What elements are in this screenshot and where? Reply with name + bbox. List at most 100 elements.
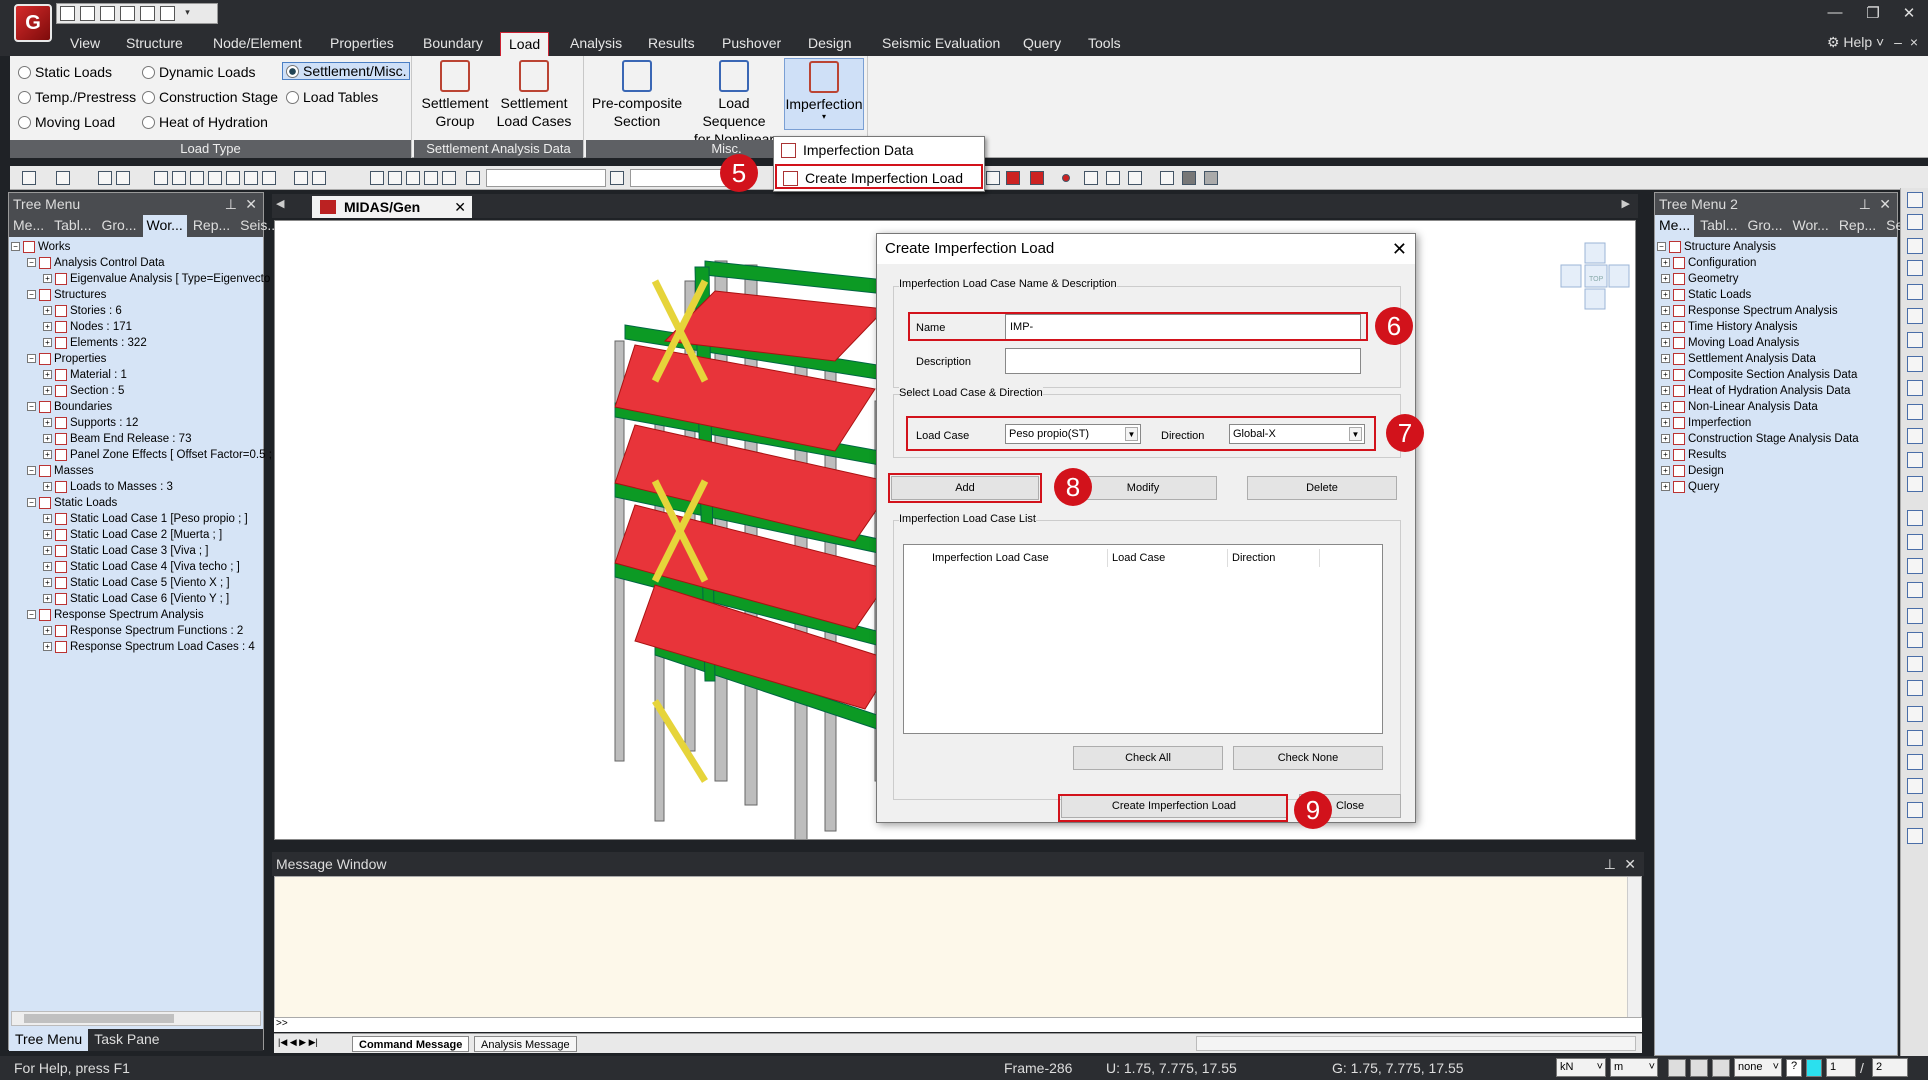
close-icon[interactable]: ✕: [245, 193, 257, 215]
snap-select[interactable]: none ˅: [1734, 1058, 1782, 1077]
tree-node[interactable]: + Static Load Case 3 [Viva ; ]: [11, 543, 261, 559]
tree-node[interactable]: + Geometry: [1657, 271, 1895, 287]
expand-toggle-icon[interactable]: −: [27, 290, 36, 300]
print-preview-icon[interactable]: [160, 6, 175, 21]
tree-node[interactable]: + Static Load Case 4 [Viva techo ; ]: [11, 559, 261, 575]
close-tab-icon[interactable]: ✕: [454, 196, 466, 218]
zoom-fit-icon[interactable]: [1907, 404, 1923, 420]
select-polygon-icon[interactable]: [172, 171, 186, 185]
radio-load-tables[interactable]: Load Tables: [286, 89, 378, 105]
tree-node[interactable]: + Results: [1657, 447, 1895, 463]
tree-node[interactable]: + Panel Zone Effects [ Offset Factor=0.5 …: [11, 447, 272, 463]
display-option-icon[interactable]: [1030, 171, 1044, 185]
tree-node[interactable]: − Works: [11, 239, 261, 255]
column-header-load-case[interactable]: Load Case: [1108, 549, 1228, 567]
vertical-scrollbar[interactable]: [1627, 877, 1641, 1017]
command-line[interactable]: >>: [274, 1018, 1642, 1032]
expand-toggle-icon[interactable]: +: [43, 514, 52, 524]
display-icon[interactable]: [1006, 171, 1020, 185]
tree-node[interactable]: + Heat of Hydration Analysis Data: [1657, 383, 1895, 399]
scrollbar-thumb[interactable]: [24, 1014, 174, 1023]
expand-toggle-icon[interactable]: +: [43, 418, 52, 428]
view-pan-icon[interactable]: [1907, 356, 1923, 372]
unlock-icon[interactable]: [1204, 171, 1218, 185]
radio-static-loads[interactable]: Static Loads: [18, 64, 112, 80]
expand-toggle-icon[interactable]: +: [43, 594, 52, 604]
tree-node[interactable]: + Construction Stage Analysis Data: [1657, 431, 1895, 447]
shrink-icon[interactable]: [1907, 558, 1923, 574]
expand-toggle-icon[interactable]: +: [1661, 402, 1670, 412]
menu-item-imperfection-data[interactable]: Imperfection Data: [775, 138, 983, 163]
tab-structure[interactable]: Structure: [118, 32, 191, 56]
view-rotate-icon[interactable]: [1907, 332, 1923, 348]
activate-all-icon[interactable]: [406, 171, 420, 185]
capture-icon[interactable]: [1907, 828, 1923, 844]
view-side-icon[interactable]: [1907, 260, 1923, 276]
force-unit-select[interactable]: kN ˅: [1556, 1058, 1606, 1077]
expand-toggle-icon[interactable]: +: [43, 450, 52, 460]
boundary-display-icon[interactable]: [1128, 171, 1142, 185]
iso-copy-icon[interactable]: [1907, 754, 1923, 770]
toolbar-combo-2[interactable]: [630, 169, 730, 187]
tab-node-element[interactable]: Node/Element: [205, 32, 310, 56]
expand-toggle-icon[interactable]: −: [27, 258, 36, 268]
select-intersect-icon[interactable]: [190, 171, 204, 185]
view-grid-icon[interactable]: [1907, 214, 1923, 230]
tab-report-2[interactable]: Rep...: [1835, 215, 1880, 237]
expand-toggle-icon[interactable]: +: [1661, 290, 1670, 300]
message-hscrollbar[interactable]: [1196, 1036, 1636, 1051]
zoom-window-icon[interactable]: [1907, 380, 1923, 396]
expand-toggle-icon[interactable]: −: [1657, 242, 1666, 252]
zoom-in-icon[interactable]: [1907, 428, 1923, 444]
expand-toggle-icon[interactable]: +: [43, 274, 52, 284]
close-icon[interactable]: ✕: [1879, 193, 1891, 215]
minimize-button[interactable]: —: [1820, 4, 1850, 21]
column-header-direction[interactable]: Direction: [1228, 549, 1320, 567]
expand-toggle-icon[interactable]: +: [43, 562, 52, 572]
settlement-load-cases-button[interactable]: Settlement Load Cases: [494, 58, 574, 130]
redo-icon[interactable]: [56, 171, 70, 185]
grid-icon[interactable]: [116, 171, 130, 185]
tab-load[interactable]: Load: [500, 32, 550, 56]
check-none-button[interactable]: Check None: [1233, 746, 1383, 770]
tab-properties[interactable]: Properties: [322, 32, 402, 56]
tab-group-2[interactable]: Gro...: [1743, 215, 1786, 237]
close-icon[interactable]: ✕: [1624, 852, 1636, 876]
undo-icon[interactable]: [22, 171, 36, 185]
redraw-icon[interactable]: [1907, 730, 1923, 746]
expand-toggle-icon[interactable]: +: [43, 306, 52, 316]
unselect-icon[interactable]: [294, 171, 308, 185]
select-volume-icon[interactable]: [226, 171, 240, 185]
save-icon[interactable]: [120, 6, 135, 21]
imperfection-button[interactable]: Imperfection ▾: [784, 58, 864, 130]
description-input[interactable]: [1005, 348, 1361, 374]
expand-toggle-icon[interactable]: +: [43, 482, 52, 492]
expand-toggle-icon[interactable]: +: [43, 370, 52, 380]
display-solid-icon[interactable]: [1907, 680, 1923, 696]
snap-icon[interactable]: [1668, 1059, 1686, 1077]
tab-tables-2[interactable]: Tabl...: [1696, 215, 1741, 237]
tab-boundary[interactable]: Boundary: [415, 32, 491, 56]
column-header-imperfection-load-case[interactable]: Imperfection Load Case: [928, 549, 1108, 567]
dynamic-view-icon[interactable]: [1907, 510, 1923, 526]
radio-moving-load[interactable]: Moving Load: [18, 114, 115, 130]
activate-icon[interactable]: [370, 171, 384, 185]
tab-task-pane[interactable]: Task Pane: [88, 1029, 165, 1051]
radio-dynamic-loads[interactable]: Dynamic Loads: [142, 64, 256, 80]
new-file-icon[interactable]: [60, 6, 75, 21]
close-window-button[interactable]: ✕: [1894, 4, 1924, 22]
display-frame-icon[interactable]: [1907, 608, 1923, 624]
tree-node[interactable]: + Material : 1: [11, 367, 261, 383]
tab-design[interactable]: Design: [800, 32, 860, 56]
tree-node[interactable]: + Response Spectrum Load Cases : 4: [11, 639, 261, 655]
toolbar-combo-1[interactable]: [486, 169, 606, 187]
pick-icon[interactable]: [610, 171, 624, 185]
horizontal-scrollbar[interactable]: [11, 1011, 261, 1026]
tree-node[interactable]: − Boundaries: [11, 399, 261, 415]
inactivate-icon[interactable]: [388, 171, 402, 185]
orientation-icon[interactable]: [1907, 778, 1923, 794]
imperfection-load-case-list[interactable]: Imperfection Load Case Load Case Directi…: [903, 544, 1383, 734]
expand-toggle-icon[interactable]: −: [27, 498, 36, 508]
expand-toggle-icon[interactable]: −: [27, 466, 36, 476]
print-icon[interactable]: [140, 6, 155, 21]
